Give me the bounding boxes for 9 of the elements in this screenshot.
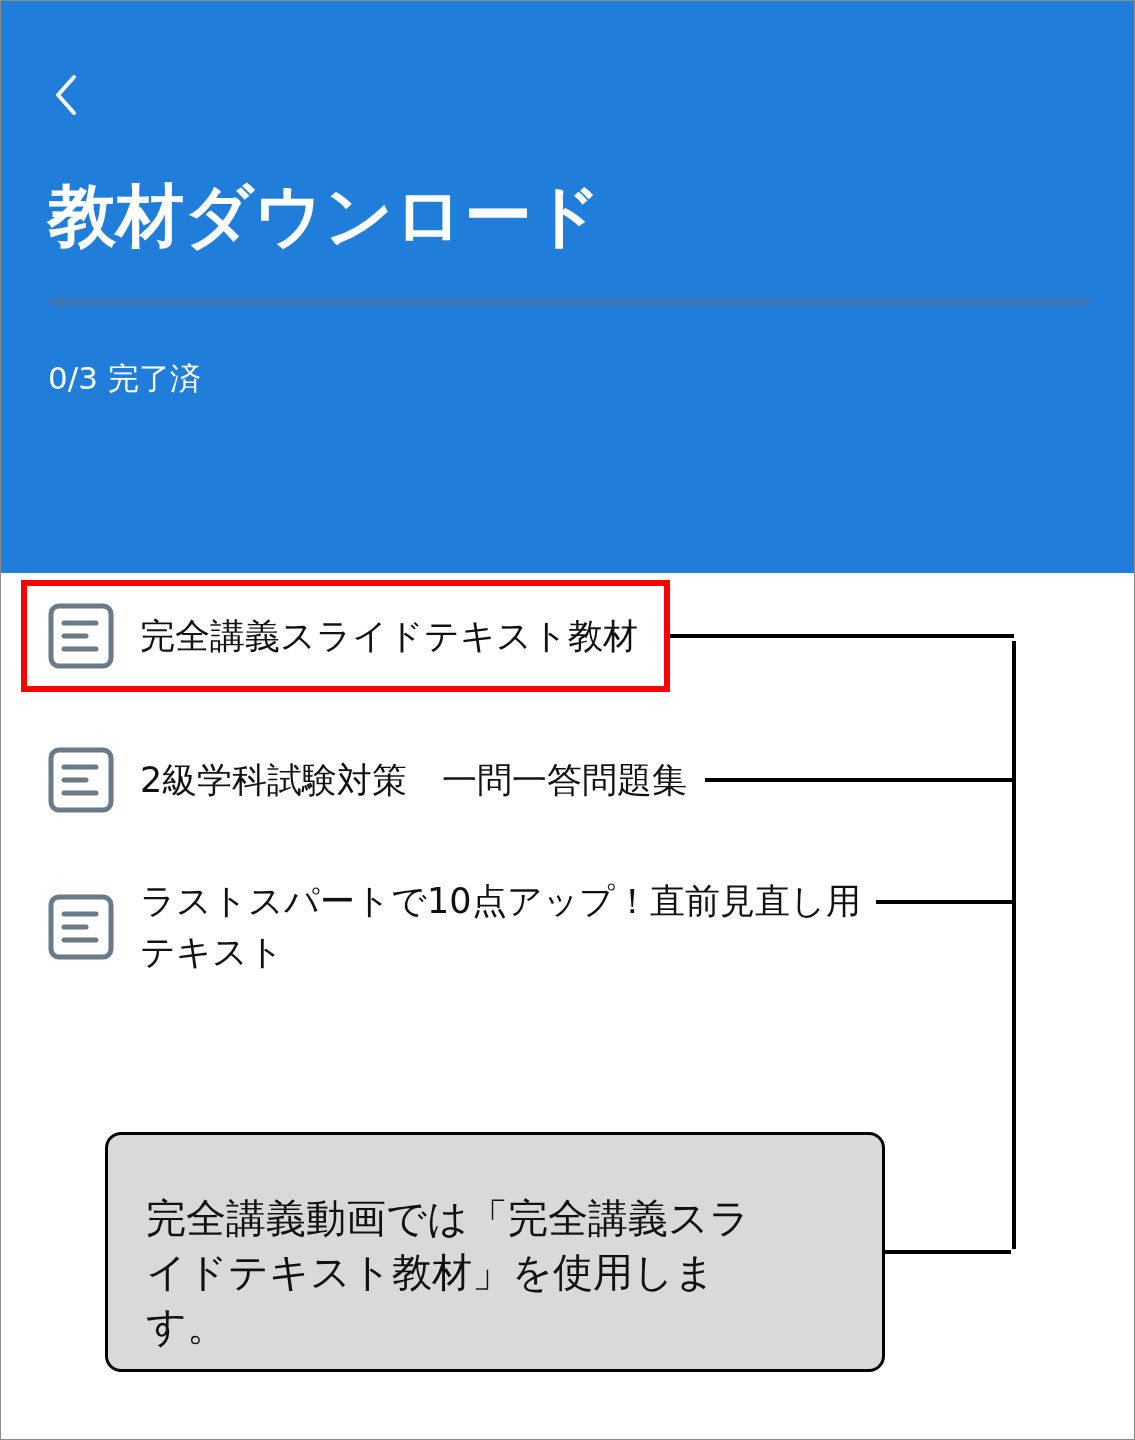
material-item[interactable]: 2級学科試験対策 一問一答問題集 bbox=[21, 724, 720, 836]
page-title: 教材ダウンロード bbox=[48, 175, 603, 257]
progress-status: 0/3 完了済 bbox=[48, 358, 202, 398]
document-icon bbox=[48, 893, 114, 960]
material-item[interactable]: 完全講義スライドテキスト教材 bbox=[21, 580, 670, 692]
material-item[interactable]: ラストスパートで10点アップ！直前見直し用テキスト bbox=[21, 870, 902, 984]
document-icon bbox=[48, 747, 114, 813]
document-icon bbox=[48, 603, 114, 669]
callout-note: 完全講義動画では「完全講義スライドテキスト教材」を使用します。 bbox=[105, 1131, 885, 1372]
